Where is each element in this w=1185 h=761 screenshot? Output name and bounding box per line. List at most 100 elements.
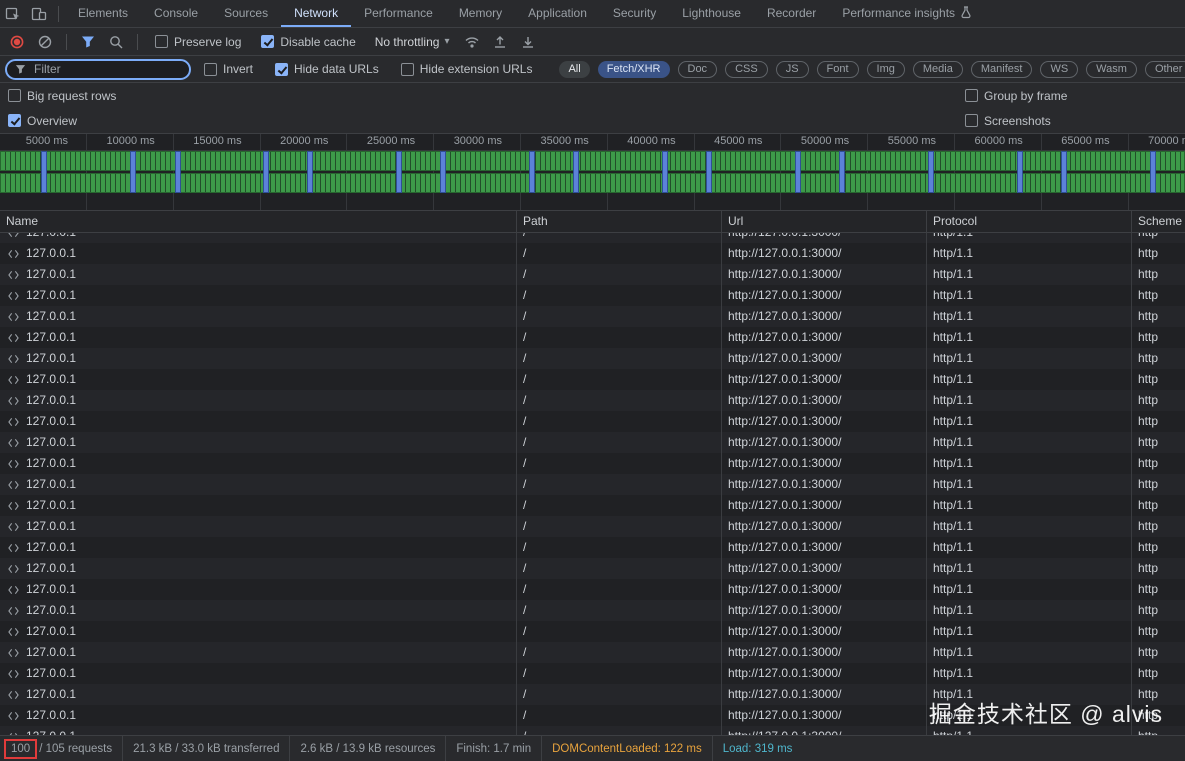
request-row[interactable]: 127.0.0.1/http://127.0.0.1:3000/http/1.1… — [0, 453, 1185, 474]
cell-path: / — [517, 264, 722, 285]
tab-lighthouse[interactable]: Lighthouse — [669, 0, 754, 27]
checkbox-box — [261, 35, 274, 48]
cell-name: 127.0.0.1 — [0, 348, 517, 369]
transferred-summary: 21.3 kB / 33.0 kB transferred — [123, 736, 290, 761]
request-row[interactable]: 127.0.0.1/http://127.0.0.1:3000/http/1.1… — [0, 369, 1185, 390]
request-row[interactable]: 127.0.0.1/http://127.0.0.1:3000/http/1.1… — [0, 390, 1185, 411]
filter-input[interactable] — [32, 61, 162, 77]
divider — [58, 6, 59, 22]
tab-performance-insights[interactable]: Performance insights — [829, 0, 985, 27]
clear-button[interactable] — [32, 35, 58, 49]
big-request-rows-label: Big request rows — [27, 89, 116, 103]
column-header-protocol[interactable]: Protocol — [927, 211, 1132, 232]
column-header-url[interactable]: Url — [722, 211, 927, 232]
tab-label: Recorder — [767, 6, 816, 20]
hide-extension-urls-checkbox[interactable]: Hide extension URLs — [401, 62, 533, 76]
cell-path: / — [517, 537, 722, 558]
request-row[interactable]: 127.0.0.1/http://127.0.0.1:3000/http/1.1… — [0, 579, 1185, 600]
request-row[interactable]: 127.0.0.1/http://127.0.0.1:3000/http/1.1… — [0, 327, 1185, 348]
request-row[interactable]: 127.0.0.1/http://127.0.0.1:3000/http/1.1… — [0, 474, 1185, 495]
throttling-value: No throttling — [375, 35, 440, 49]
tab-memory[interactable]: Memory — [446, 0, 515, 27]
filter-pill-img[interactable]: Img — [867, 61, 905, 78]
request-row[interactable]: 127.0.0.1/http://127.0.0.1:3000/http/1.1… — [0, 495, 1185, 516]
inspect-icon[interactable] — [0, 0, 26, 27]
filter-pill-js[interactable]: JS — [776, 61, 809, 78]
tab-console[interactable]: Console — [141, 0, 211, 27]
code-icon — [6, 585, 20, 595]
network-conditions-icon[interactable] — [459, 35, 485, 49]
request-row[interactable]: 127.0.0.1/http://127.0.0.1:3000/http/1.1… — [0, 621, 1185, 642]
big-request-rows-checkbox[interactable]: Big request rows — [8, 89, 116, 103]
filter-pill-wasm[interactable]: Wasm — [1086, 61, 1137, 78]
filter-pill-all[interactable]: All — [559, 61, 589, 78]
column-header-path[interactable]: Path — [517, 211, 722, 232]
tab-security[interactable]: Security — [600, 0, 669, 27]
cell-url: http://127.0.0.1:3000/ — [722, 432, 927, 453]
cell-path: / — [517, 306, 722, 327]
cell-path: / — [517, 453, 722, 474]
cell-url: http://127.0.0.1:3000/ — [722, 621, 927, 642]
filter-pill-css[interactable]: CSS — [725, 61, 768, 78]
request-row[interactable]: 127.0.0.1/http://127.0.0.1:3000/http/1.1… — [0, 684, 1185, 705]
request-row[interactable]: 127.0.0.1/http://127.0.0.1:3000/http/1.1… — [0, 432, 1185, 453]
disable-cache-checkbox[interactable]: Disable cache — [261, 35, 355, 49]
filter-pill-other[interactable]: Other — [1145, 61, 1185, 78]
tab-application[interactable]: Application — [515, 0, 600, 27]
cell-name: 127.0.0.1 — [0, 558, 517, 579]
screenshots-checkbox[interactable]: Screenshots — [965, 114, 1051, 128]
invert-checkbox[interactable]: Invert — [204, 62, 253, 76]
request-name: 127.0.0.1 — [26, 327, 76, 348]
filter-pill-media[interactable]: Media — [913, 61, 963, 78]
filter-pill-doc[interactable]: Doc — [678, 61, 718, 78]
overview-timeline[interactable]: 5000 ms10000 ms15000 ms20000 ms25000 ms3… — [0, 134, 1185, 211]
request-row[interactable]: 127.0.0.1/http://127.0.0.1:3000/http/1.1… — [0, 558, 1185, 579]
export-har-icon[interactable] — [515, 35, 541, 49]
filter-pill-manifest[interactable]: Manifest — [971, 61, 1033, 78]
group-by-frame-checkbox[interactable]: Group by frame — [965, 89, 1067, 103]
filter-pill-font[interactable]: Font — [817, 61, 859, 78]
cell-protocol: http/1.1 — [927, 432, 1132, 453]
network-toolbar: Preserve log Disable cache No throttling… — [0, 28, 1185, 56]
filter-pill-fetch-xhr[interactable]: Fetch/XHR — [598, 61, 670, 78]
tab-recorder[interactable]: Recorder — [754, 0, 829, 27]
code-icon — [6, 501, 20, 511]
request-row[interactable]: 127.0.0.1/http://127.0.0.1:3000/http/1.1… — [0, 348, 1185, 369]
request-row[interactable]: 127.0.0.1/http://127.0.0.1:3000/http/1.1… — [0, 537, 1185, 558]
column-header-scheme[interactable]: Scheme — [1132, 211, 1185, 232]
request-row[interactable]: 127.0.0.1/http://127.0.0.1:3000/http/1.1… — [0, 285, 1185, 306]
request-row[interactable]: 127.0.0.1/http://127.0.0.1:3000/http/1.1… — [0, 306, 1185, 327]
tab-elements[interactable]: Elements — [65, 0, 141, 27]
request-row[interactable]: 127.0.0.1/http://127.0.0.1:3000/http/1.1… — [0, 233, 1185, 243]
request-row[interactable]: 127.0.0.1/http://127.0.0.1:3000/http/1.1… — [0, 642, 1185, 663]
request-row[interactable]: 127.0.0.1/http://127.0.0.1:3000/http/1.1… — [0, 600, 1185, 621]
filter-toggle-icon[interactable] — [75, 35, 101, 48]
request-row[interactable]: 127.0.0.1/http://127.0.0.1:3000/http/1.1… — [0, 264, 1185, 285]
cell-protocol: http/1.1 — [927, 474, 1132, 495]
search-icon[interactable] — [103, 35, 129, 49]
column-header-name[interactable]: Name — [0, 211, 517, 232]
request-name: 127.0.0.1 — [26, 705, 76, 726]
tab-performance[interactable]: Performance — [351, 0, 446, 27]
request-row[interactable]: 127.0.0.1/http://127.0.0.1:3000/http/1.1… — [0, 411, 1185, 432]
filter-pill-ws[interactable]: WS — [1040, 61, 1078, 78]
tab-sources[interactable]: Sources — [211, 0, 281, 27]
overview-checkbox[interactable]: Overview — [8, 114, 77, 128]
import-har-icon[interactable] — [487, 35, 513, 49]
hide-data-urls-checkbox[interactable]: Hide data URLs — [275, 62, 379, 76]
request-row[interactable]: 127.0.0.1/http://127.0.0.1:3000/http/1.1… — [0, 726, 1185, 735]
request-name: 127.0.0.1 — [26, 264, 76, 285]
preserve-log-checkbox[interactable]: Preserve log — [155, 35, 241, 49]
device-toolbar-icon[interactable] — [26, 0, 52, 27]
overview-band — [0, 151, 1185, 195]
request-row[interactable]: 127.0.0.1/http://127.0.0.1:3000/http/1.1… — [0, 663, 1185, 684]
throttling-select[interactable]: No throttling ▾ — [375, 35, 450, 49]
request-row[interactable]: 127.0.0.1/http://127.0.0.1:3000/http/1.1… — [0, 243, 1185, 264]
tab-network[interactable]: Network — [281, 0, 351, 27]
record-button[interactable] — [4, 35, 30, 49]
request-row[interactable]: 127.0.0.1/http://127.0.0.1:3000/http/1.1… — [0, 705, 1185, 726]
request-row[interactable]: 127.0.0.1/http://127.0.0.1:3000/http/1.1… — [0, 516, 1185, 537]
filter-input-box[interactable] — [5, 59, 191, 80]
cell-scheme: http — [1132, 285, 1185, 306]
request-name: 127.0.0.1 — [26, 348, 76, 369]
